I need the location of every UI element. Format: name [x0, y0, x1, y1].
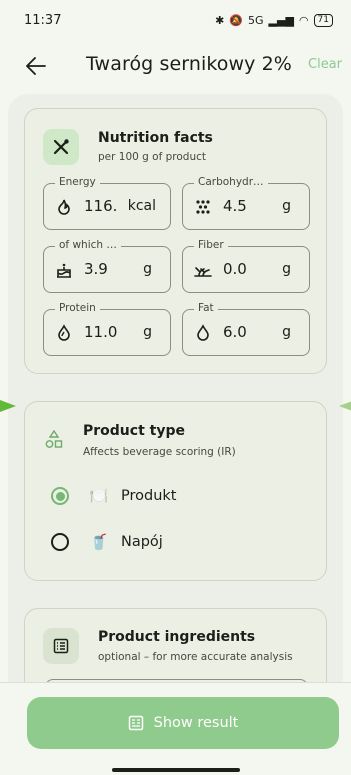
- option-label-napoj: Napój: [121, 534, 163, 550]
- drop-icon: [58, 324, 70, 341]
- product-type-title: Product type: [83, 423, 185, 439]
- edge-swipe-arrow-left-icon: [0, 400, 16, 412]
- sprout-icon: [194, 267, 212, 277]
- oil-drop-icon: [197, 324, 209, 341]
- fat-unit: g: [282, 324, 291, 340]
- plate-icon: 🍽️: [89, 487, 109, 505]
- list-icon: [53, 638, 69, 654]
- network-type: 5G: [248, 13, 264, 27]
- product-type-subtitle: Affects beverage scoring (IR): [83, 446, 236, 458]
- arrow-left-icon: [26, 57, 46, 75]
- battery-indicator: 71: [313, 13, 333, 27]
- protein-value: 11.0: [84, 323, 118, 341]
- status-bar: 11:37 ✱ 🔕 5G ▂▄▆ ◠ 71: [0, 0, 351, 40]
- ingredients-title: Product ingredients: [98, 629, 256, 645]
- ingredients-subtitle: optional – for more accurate analysis: [98, 651, 293, 663]
- product-type-option-produkt[interactable]: 🍽️ Produkt: [51, 482, 176, 510]
- drink-cup-icon: 🥤: [89, 533, 109, 551]
- carbohydrates-field[interactable]: Carbohydr… 4.5 g: [182, 176, 310, 230]
- back-button[interactable]: [22, 52, 50, 80]
- page-title: Twaróg sernikowy 2%: [86, 53, 292, 75]
- energy-field[interactable]: Energy 116. kcal: [43, 176, 171, 230]
- product-type-card: Product type Affects beverage scoring (I…: [24, 401, 327, 581]
- nutrition-facts-card: Nutrition facts per 100 g of product Ene…: [24, 108, 327, 374]
- show-result-label: Show result: [153, 715, 239, 731]
- fiber-label: Fiber: [194, 239, 228, 251]
- option-label-produkt: Produkt: [121, 488, 177, 504]
- fat-field[interactable]: Fat 6.0 g: [182, 302, 310, 356]
- radio-napoj[interactable]: [51, 533, 69, 551]
- home-indicator[interactable]: [112, 768, 240, 772]
- flame-icon: [58, 199, 70, 215]
- fork-knife-icon: [53, 139, 69, 155]
- sugars-value: 3.9: [84, 260, 108, 278]
- wifi-icon: ◠: [298, 13, 309, 27]
- carbohydrates-label: Carbohydr…: [194, 176, 268, 188]
- grain-icon: [196, 200, 210, 214]
- edge-swipe-arrow-right-icon: [339, 401, 351, 411]
- result-sheet-icon: [128, 715, 143, 731]
- shapes-icon: [45, 430, 63, 448]
- radio-produkt[interactable]: [51, 487, 69, 505]
- nutrition-icon-tile: [43, 129, 79, 165]
- bluetooth-icon: ✱: [215, 13, 225, 27]
- energy-label: Energy: [55, 176, 100, 188]
- fat-value: 6.0: [223, 323, 247, 341]
- protein-label: Protein: [55, 302, 100, 314]
- mute-icon: 🔕: [229, 13, 244, 27]
- carbohydrates-value: 4.5: [223, 197, 247, 215]
- energy-unit: kcal: [127, 198, 156, 214]
- sugars-unit: g: [143, 261, 152, 277]
- protein-field[interactable]: Protein 11.0 g: [43, 302, 171, 356]
- signal-icon: ▂▄▆: [268, 13, 294, 27]
- nutrition-subtitle: per 100 g of product: [98, 151, 207, 163]
- product-type-option-napoj[interactable]: 🥤 Napój: [51, 528, 163, 556]
- fat-label: Fat: [194, 302, 218, 314]
- show-result-button[interactable]: Show result: [27, 697, 339, 749]
- energy-value: 116.: [84, 197, 118, 215]
- top-app-bar: Twaróg sernikowy 2% Clear: [0, 44, 351, 88]
- protein-unit: g: [143, 324, 152, 340]
- fiber-field[interactable]: Fiber 0.0 g: [182, 239, 310, 293]
- clear-button[interactable]: Clear: [308, 57, 342, 72]
- fiber-value: 0.0: [223, 260, 247, 278]
- status-icons: ✱ 🔕 5G ▂▄▆ ◠ 71: [215, 13, 333, 27]
- sugars-field[interactable]: of which … 3.9 g: [43, 239, 171, 293]
- status-time: 11:37: [24, 12, 62, 28]
- cake-icon: [57, 263, 71, 278]
- carbohydrates-unit: g: [282, 198, 291, 214]
- ingredients-icon-tile: [43, 628, 79, 664]
- sugars-label: of which …: [55, 239, 121, 251]
- fiber-unit: g: [282, 261, 291, 277]
- nutrition-title: Nutrition facts: [98, 130, 213, 146]
